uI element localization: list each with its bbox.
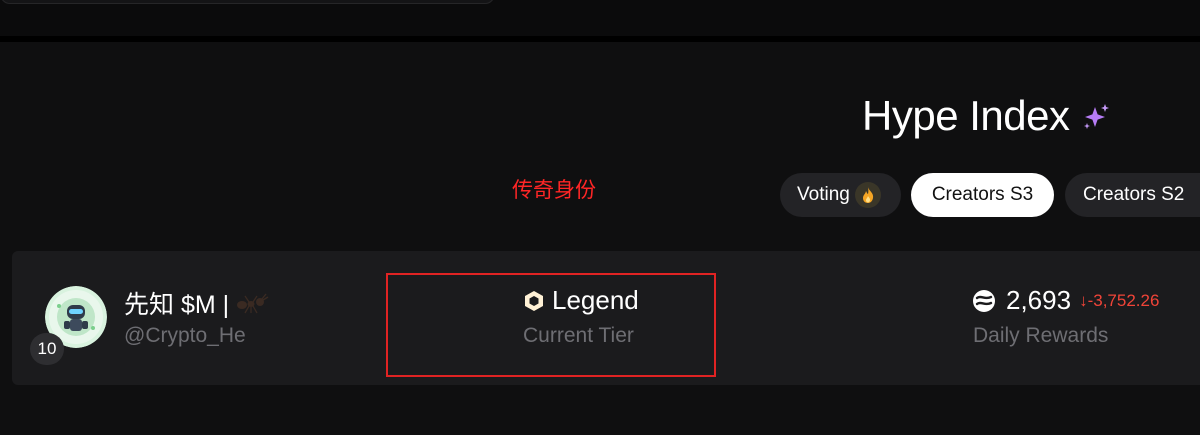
tab-label: Creators S2 (1083, 184, 1185, 205)
annotation-label: 传奇身份 (512, 179, 596, 202)
token-icon (973, 289, 995, 312)
rewards-label: Daily Rewards (973, 324, 1109, 347)
hexagon-icon (525, 290, 543, 311)
user-handle[interactable]: @Crypto_He (124, 324, 246, 348)
page-header: Hype Index (862, 88, 1111, 144)
tier-value-text: Legend (552, 285, 639, 315)
rewards-change: ↓-3,752.26 (1079, 290, 1160, 310)
tier-value: Legend (524, 285, 639, 316)
rank-badge: 10 (30, 333, 64, 365)
rewards-amount: 2,693 (1006, 285, 1072, 315)
tab-label: Voting (797, 184, 850, 205)
rewards-value: 2,693 ↓-3,752.26 (972, 285, 1159, 316)
tab-label: Creators S3 (931, 184, 1034, 205)
tier-label: Current Tier (523, 324, 634, 347)
ant-icon (237, 293, 269, 314)
top-strip (0, 0, 1200, 36)
top-panel-edge (0, 0, 495, 4)
user-name-text: 先知 $M | (124, 291, 230, 319)
flame-icon (854, 182, 881, 208)
page-title: Hype Index (862, 92, 1070, 139)
user-name[interactable]: 先知 $M | (124, 285, 269, 321)
sparkle-icon (1084, 104, 1110, 129)
tab-creators-s2[interactable]: Creators S2 (1065, 173, 1200, 217)
tab-voting[interactable]: Voting (780, 173, 901, 217)
tab-creators-s3[interactable]: Creators S3 (911, 173, 1054, 217)
